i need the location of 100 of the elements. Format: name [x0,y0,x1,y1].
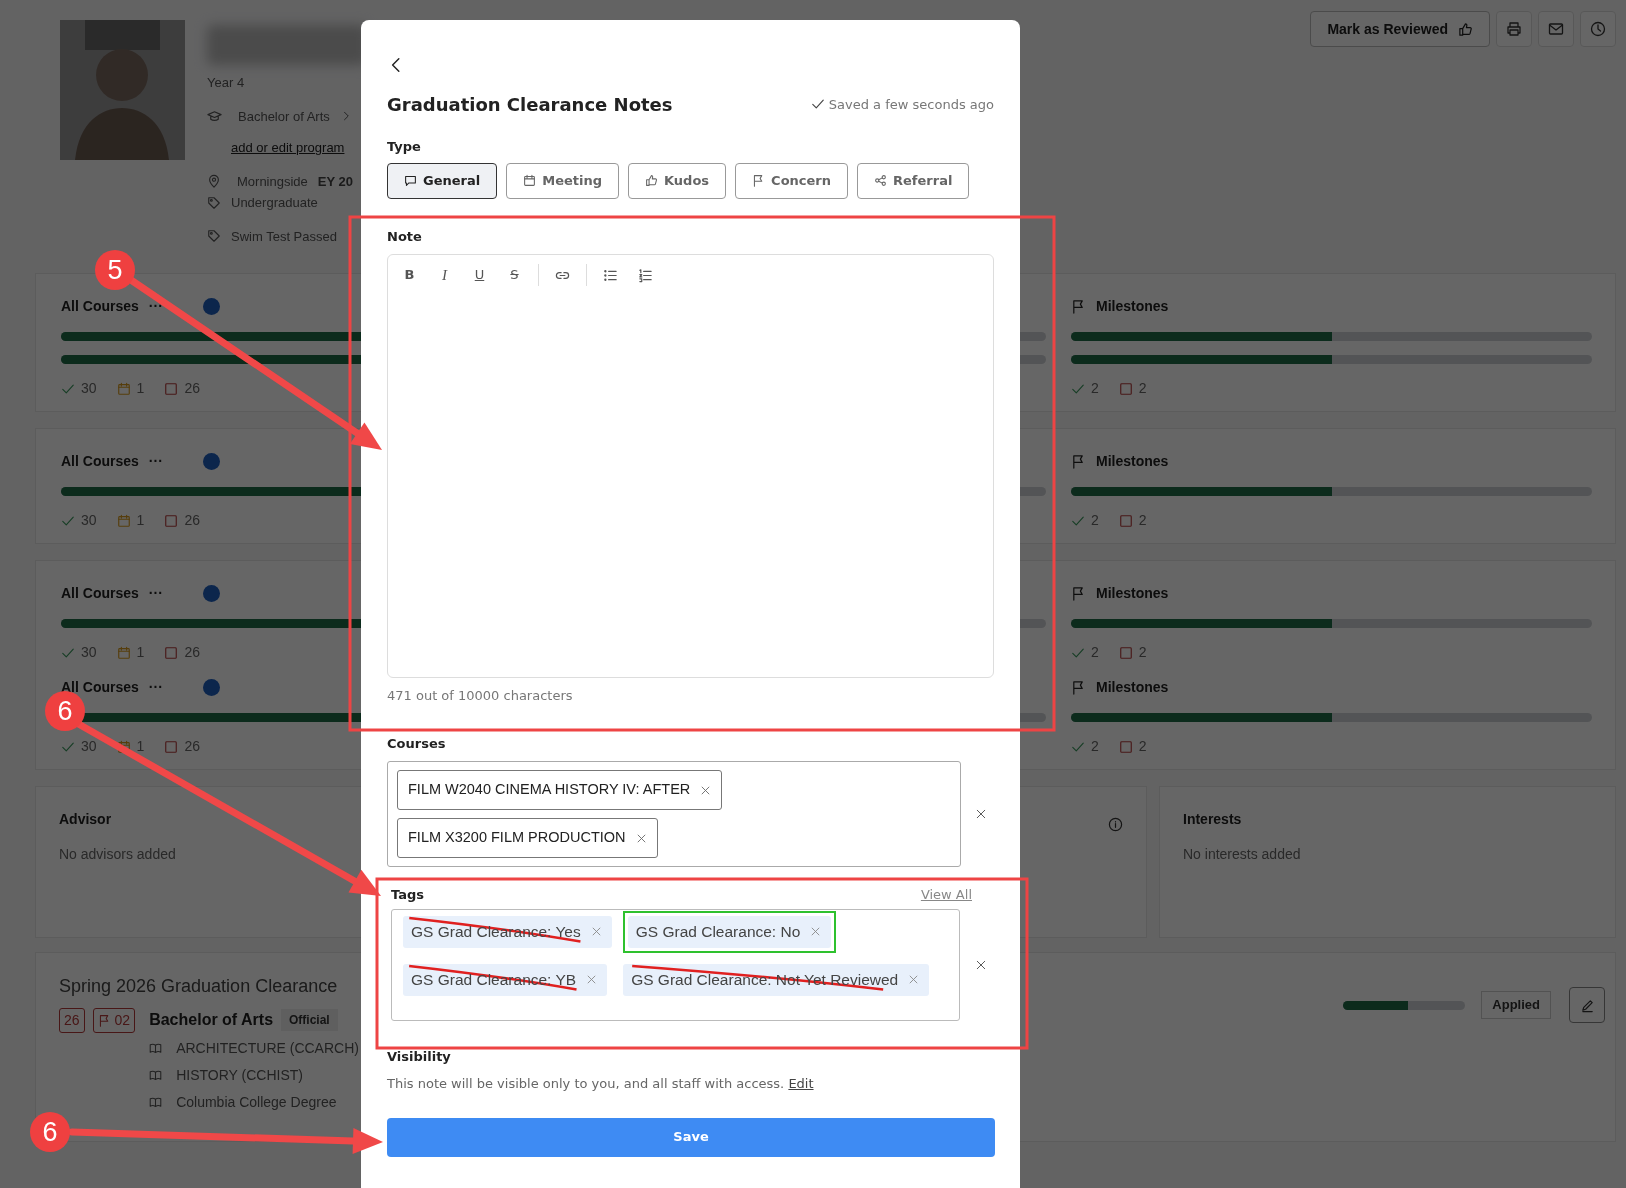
flag-icon [97,1014,111,1027]
entry-year: EY 20 [317,172,353,191]
completed-count: 30 [81,379,97,398]
location-pin-icon [207,174,221,189]
remove-button[interactable] [590,926,602,938]
milestones-title: Milestones [1096,677,1169,697]
remove-button[interactable] [810,926,822,938]
campus-label: Morningside [237,172,308,191]
completed-count: 30 [81,737,97,756]
student-tag: Swim Test Passed [231,226,337,246]
info-icon [1108,817,1123,832]
milestones-title: Milestones [1096,451,1169,471]
square-icon [164,739,179,754]
student-tag: Undergraduate [231,193,318,213]
graduation-cap-icon [207,108,222,124]
history-button[interactable] [1580,11,1616,47]
check-icon [61,381,75,396]
numbered-list-icon [638,267,653,283]
note-editor[interactable]: B I U S [387,254,994,679]
empty-text: No interests added [1183,844,1302,864]
thumbs-up-icon [645,174,658,188]
remove-button[interactable] [635,832,647,844]
edit-button[interactable] [1569,987,1605,1023]
more-menu[interactable]: ··· [148,295,163,317]
check-icon [61,645,75,660]
clock-icon [1590,21,1606,37]
edit-program-link[interactable]: add or edit program [231,138,345,158]
courses-field[interactable]: FILM W2040 CINEMA HISTORY IV: AFTER FILM X3200 FILM PRODUCTION [387,761,962,868]
remaining-count: 2 [1138,511,1147,530]
saved-status: Saved a few seconds ago [828,95,994,114]
edit-link[interactable]: Edit [788,1076,814,1092]
help-icon[interactable] [202,297,220,315]
type-tab[interactable]: Meeting [506,162,619,199]
help-icon[interactable] [202,584,220,602]
flag-icon [1071,298,1086,314]
square-icon [164,645,179,660]
italic-button[interactable]: I [429,263,460,288]
check-icon [810,97,825,112]
callout-number: 5 [95,250,135,290]
strikethrough-button[interactable]: S [499,263,530,288]
save-button[interactable]: Save [387,1117,995,1157]
tag-icon [207,229,221,244]
print-button[interactable] [1496,11,1532,47]
help-icon[interactable] [202,452,220,470]
remove-button[interactable] [700,784,712,796]
square-icon [1118,739,1133,754]
milestones-title: Milestones [1096,296,1169,316]
type-tab[interactable]: Referral [857,162,970,199]
print-icon [1506,21,1522,37]
card-title: Interests [1183,811,1243,828]
square-icon [164,513,179,528]
flag-icon [1071,585,1086,601]
type-tab[interactable]: General [387,162,498,199]
comment-icon [404,174,417,188]
completed-count: 2 [1091,737,1099,756]
field-label: Note [387,227,423,246]
more-menu[interactable]: ··· [148,582,163,604]
more-menu[interactable]: ··· [148,676,163,698]
empty-text: No advisors added [59,844,177,864]
remove-button[interactable] [908,974,920,986]
year-label: Year 4 [207,74,245,92]
courses-title: All Courses [61,583,139,603]
calendar-icon [116,513,131,528]
remove-button[interactable] [586,974,598,986]
check-icon [1071,739,1085,754]
remaining-count: 26 [184,511,200,530]
check-icon [61,739,75,754]
calendar-icon [116,739,131,754]
close-icon [586,974,598,986]
bold-button[interactable]: B [394,263,425,288]
type-tab[interactable]: Concern [735,162,848,199]
completed-count: 30 [81,643,97,662]
mark-reviewed-button[interactable]: Mark as Reviewed [1310,11,1490,47]
check-icon [1071,513,1085,528]
remaining-count: 2 [1138,737,1147,756]
more-menu[interactable]: ··· [148,450,163,472]
pencil-icon [1579,997,1595,1013]
square-icon [1118,513,1133,528]
close-icon [974,808,987,821]
close-icon [908,974,920,986]
remaining-count: 26 [184,379,200,398]
field-label: Tags [391,886,424,905]
close-icon [635,832,647,844]
field-label: Type [387,138,422,157]
course-chip: FILM W2040 CINEMA HISTORY IV: AFTER [397,770,723,811]
close-icon [810,926,822,938]
count-badge: 26 [59,1008,85,1033]
help-icon[interactable] [202,678,220,696]
calendar-icon [116,645,131,660]
view-all-link[interactable]: View All [920,885,972,905]
remaining-count: 2 [1138,643,1147,662]
remaining-count: 26 [184,643,200,662]
field-label: Courses [387,734,447,753]
visibility-text: This note will be visible only to you, and all staff with access. Edit [387,1075,815,1094]
square-icon [164,381,179,396]
type-tab[interactable]: Kudos [628,162,727,199]
courses-title: All Courses [61,451,139,471]
underline-button[interactable]: U [464,263,495,288]
in-progress-count: 1 [136,511,145,530]
email-button[interactable] [1538,11,1574,47]
